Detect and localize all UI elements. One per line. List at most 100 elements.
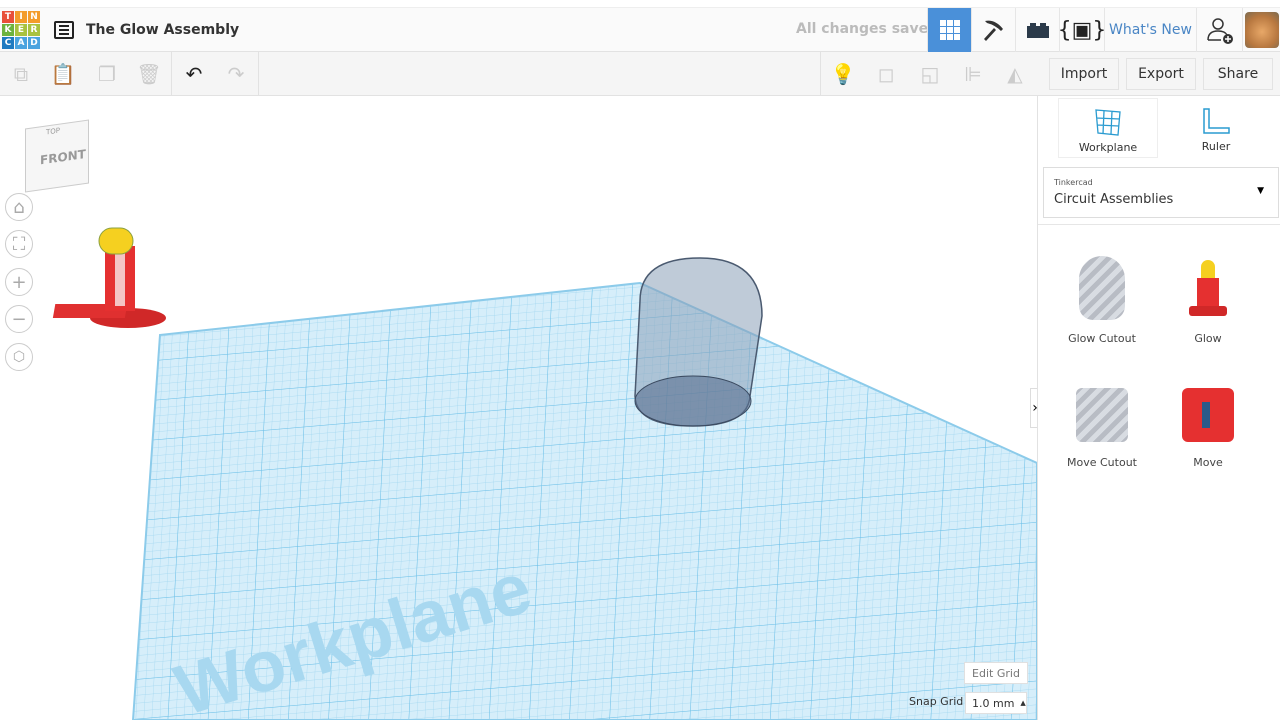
duplicate-button[interactable]: ❐	[86, 52, 128, 96]
part-label: Glow	[1194, 332, 1222, 345]
move-thumb	[1182, 388, 1234, 442]
logo-letter: N	[28, 10, 40, 23]
redo-button[interactable]: ↷	[215, 52, 257, 96]
shape-library-select[interactable]: Tinkercad Circuit Assemblies ▼	[1043, 167, 1279, 218]
minus-icon: −	[11, 308, 27, 330]
ruler-label: Ruler	[1201, 140, 1231, 153]
grid-icon	[939, 20, 960, 40]
zoom-in-button[interactable]: +	[5, 268, 33, 296]
logo-letter: C	[2, 36, 14, 49]
copy-icon: ⧉	[13, 62, 29, 86]
fit-view-button[interactable]: ⛶	[5, 230, 33, 258]
view-cube-front[interactable]: FRONT	[40, 147, 86, 167]
ungroup-button[interactable]: ◱	[909, 52, 951, 96]
share-button[interactable]: Share	[1203, 58, 1273, 90]
align-icon: ⊫	[964, 62, 982, 86]
edit-grid-button[interactable]: Edit Grid	[964, 662, 1028, 684]
3d-viewport[interactable]: Workplane TOP FRONT ⌂ ⛶ + − ⬡ Edit Grid …	[0, 96, 1037, 720]
home-view-button[interactable]: ⌂	[5, 193, 33, 221]
ruler-tool-button[interactable]: Ruler	[1166, 98, 1266, 158]
pickaxe-icon	[983, 20, 1003, 41]
brick-icon	[1026, 23, 1049, 38]
browser-strip	[0, 0, 1280, 8]
snap-grid-label: Snap Grid	[909, 695, 964, 708]
duplicate-icon: ❐	[98, 62, 116, 86]
undo-button[interactable]: ↶	[173, 52, 215, 96]
add-user-icon	[1206, 18, 1233, 44]
import-button[interactable]: Import	[1049, 58, 1119, 90]
lego-view-button[interactable]	[1015, 8, 1059, 52]
group-icon: ◻	[877, 62, 895, 86]
fit-icon: ⛶	[12, 233, 26, 255]
mirror-button[interactable]: ◭	[994, 52, 1036, 96]
glow-part-model[interactable]	[52, 227, 166, 328]
header: T I N K E R C A D The Glow Assembly All …	[0, 8, 1280, 52]
logo-letter: E	[15, 23, 27, 36]
invite-user-button[interactable]	[1196, 8, 1242, 52]
glow-thumb	[1185, 256, 1231, 320]
save-status: All changes saved	[796, 21, 939, 37]
delete-button[interactable]: 🗑	[128, 52, 170, 96]
snap-grid-value: 1.0 mm	[972, 696, 1015, 710]
part-label: Move Cutout	[1067, 456, 1137, 469]
glow-cutout-thumb	[1079, 256, 1125, 320]
ruler-icon	[1203, 108, 1230, 134]
workplane-tool-button[interactable]: Workplane	[1058, 98, 1158, 158]
undo-icon: ↶	[185, 62, 203, 86]
redo-icon: ↷	[227, 62, 245, 86]
codeblocks-icon: {▣}	[1057, 17, 1107, 43]
zoom-out-button[interactable]: −	[5, 305, 33, 333]
divider	[258, 52, 259, 96]
logo-letter: I	[15, 10, 27, 23]
glow-cutout-shape[interactable]	[634, 257, 763, 427]
perspective-button[interactable]: ⬡	[5, 343, 33, 371]
align-button[interactable]: ⊫	[952, 52, 994, 96]
workplane-icon	[1095, 109, 1121, 136]
avatar-image	[1244, 12, 1279, 48]
ungroup-icon: ◱	[920, 62, 940, 86]
group-button[interactable]: ◻	[865, 52, 907, 96]
whats-new-link[interactable]: What's New	[1104, 8, 1196, 52]
cube-icon: ⬡	[12, 349, 26, 365]
divider	[820, 52, 821, 96]
part-label: Move	[1193, 456, 1223, 469]
trash-icon: 🗑	[136, 62, 162, 86]
design-list-icon[interactable]	[54, 20, 74, 39]
library-caption: Tinkercad	[1054, 178, 1093, 187]
user-avatar[interactable]	[1242, 8, 1280, 52]
move-cutout-thumb	[1076, 388, 1128, 442]
copy-button[interactable]: ⧉	[0, 52, 42, 96]
design-title[interactable]: The Glow Assembly	[86, 22, 239, 38]
workplane-label: Workplane	[1078, 141, 1138, 154]
logo-letter: T	[2, 10, 14, 23]
minecraft-view-button[interactable]	[971, 8, 1015, 52]
toolbar: ⧉ 📋 ❐ 🗑 ↶ ↷ 💡 ◻ ◱ ⊫ ◭ Import Export Shar…	[0, 52, 1280, 96]
whats-new-label: What's New	[1109, 22, 1192, 38]
part-move[interactable]: Move	[1158, 388, 1258, 469]
3d-view-button[interactable]	[927, 8, 971, 52]
tinkercad-logo[interactable]: T I N K E R C A D	[2, 10, 40, 49]
logo-letter: D	[28, 36, 40, 49]
collapse-sidebar-button[interactable]: ›	[1030, 388, 1037, 428]
library-value: Circuit Assemblies	[1054, 192, 1174, 207]
snap-grid-select[interactable]: 1.0 mm ▲	[965, 692, 1027, 714]
dropdown-caret-icon: ▼	[1257, 186, 1264, 196]
part-glow-cutout[interactable]: Glow Cutout	[1052, 256, 1152, 345]
view-cube-top[interactable]: TOP	[46, 127, 60, 137]
export-button[interactable]: Export	[1126, 58, 1196, 90]
view-cube[interactable]: TOP FRONT	[25, 119, 89, 193]
paste-button[interactable]: 📋	[42, 52, 84, 96]
home-icon: ⌂	[13, 196, 25, 218]
logo-letter: K	[2, 23, 14, 36]
shapes-panel: Workplane Ruler Tinkercad Circuit Assemb…	[1037, 96, 1280, 720]
show-all-button[interactable]: 💡	[822, 52, 864, 96]
part-glow[interactable]: Glow	[1158, 256, 1258, 345]
codeblocks-button[interactable]: {▣}	[1057, 8, 1107, 52]
divider	[1038, 224, 1280, 225]
logo-letter: R	[28, 23, 40, 36]
part-move-cutout[interactable]: Move Cutout	[1052, 388, 1152, 469]
part-label: Glow Cutout	[1068, 332, 1136, 345]
logo-letter: A	[15, 36, 27, 49]
divider	[171, 52, 172, 96]
workplane-canvas[interactable]: Workplane	[0, 96, 1037, 720]
